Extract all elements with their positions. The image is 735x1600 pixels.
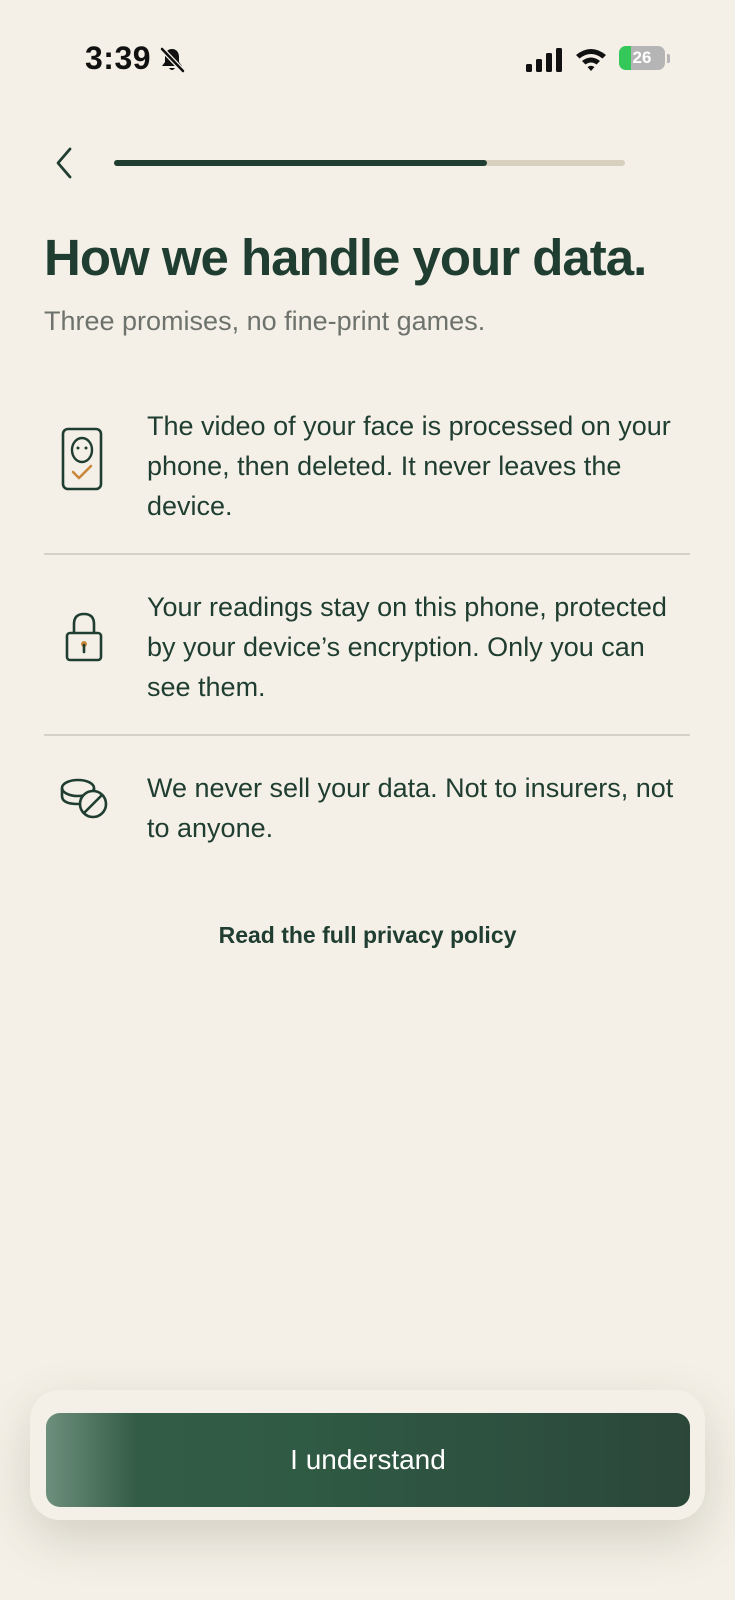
chevron-left-icon[interactable] [44,140,84,186]
page-title: How we handle your data. [44,229,647,286]
privacy-policy-link[interactable]: Read the full privacy policy [0,922,735,949]
lock-icon [65,612,103,662]
promise-text: We never sell your data. Not to insurers… [147,773,674,843]
divider [44,553,690,555]
cellular-signal-icon [526,48,562,72]
onboarding-progress-bar [114,160,625,166]
no-sale-coins-icon [60,778,108,819]
promise-text: The video of your face is processed on y… [147,411,671,521]
page-subtitle: Three promises, no fine-print games. [44,306,486,336]
status-bar: 3:39 26 [0,0,735,120]
battery-percent: 26 [632,48,652,67]
i-understand-button[interactable]: I understand [46,1413,690,1507]
promise-text: Your readings stay on this phone, protec… [147,592,667,702]
bell-slash-icon [160,47,185,73]
onboarding-progress-fill [114,160,488,166]
status-time: 3:39 [85,40,152,76]
battery-charging-icon: 26 [619,46,671,72]
phone-face-check-icon [61,427,103,491]
wifi-icon [576,49,606,71]
divider [44,734,690,736]
